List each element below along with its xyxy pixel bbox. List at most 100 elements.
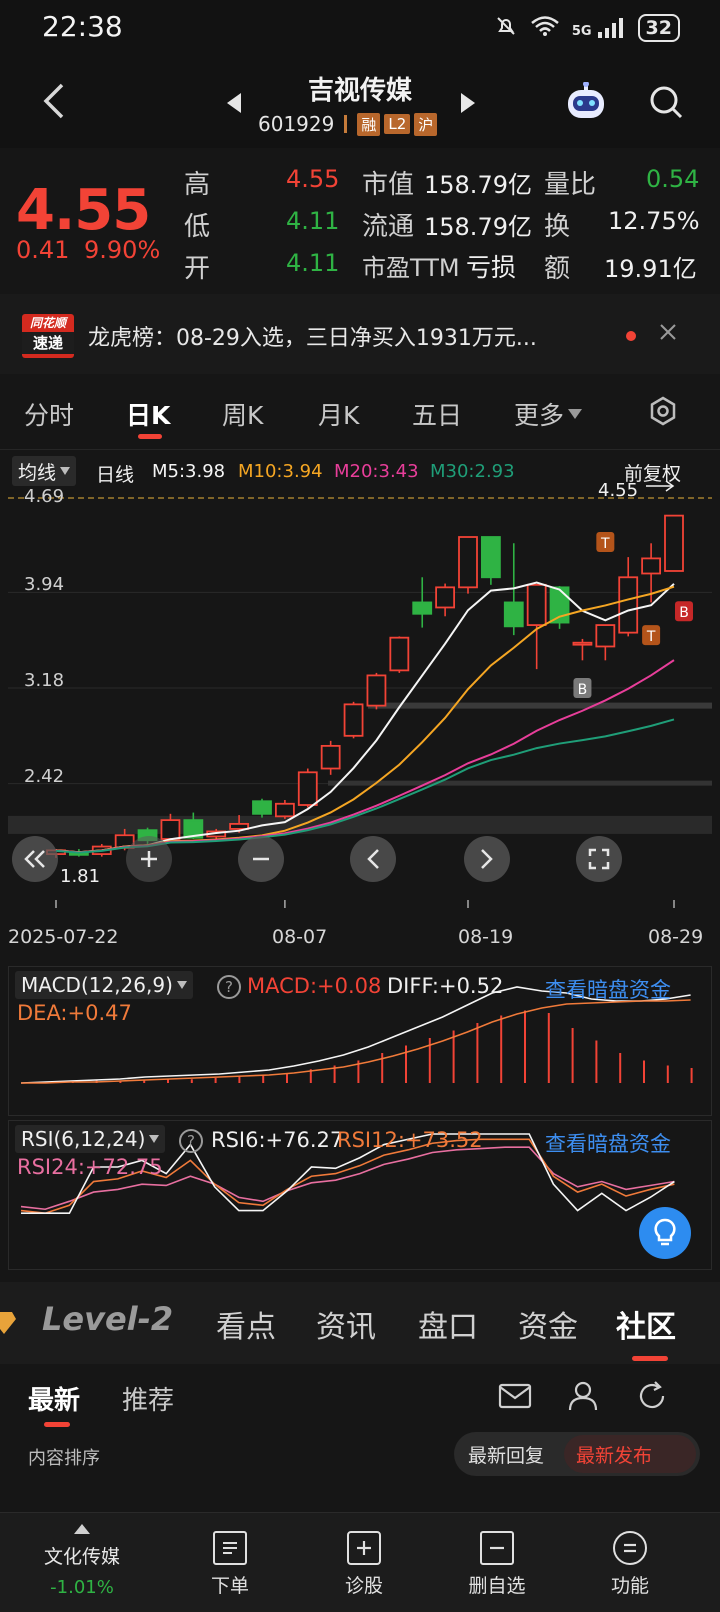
scroll-left-button[interactable] xyxy=(350,836,396,882)
candle-body xyxy=(412,601,433,615)
mute-icon xyxy=(494,14,518,43)
zoom-out-button[interactable] xyxy=(238,836,284,882)
y-tick-1: 3.94 xyxy=(24,574,65,595)
kline-chart[interactable]: T T B B 4.69 3.94 3.18 2.42 4.55 1.81 xyxy=(8,480,712,912)
sector-change: -1.01% xyxy=(50,1577,114,1598)
current-price: 4.55 xyxy=(16,178,151,243)
amount-label: 额 xyxy=(544,254,571,284)
candle-body xyxy=(366,674,387,707)
diagnose-icon xyxy=(347,1531,381,1565)
indicator-type-select[interactable]: 均线 xyxy=(12,456,77,486)
tab-highlights[interactable]: 看点 xyxy=(216,1302,276,1346)
lightbulb-icon xyxy=(654,1218,676,1246)
close-icon xyxy=(660,324,676,340)
remove-watchlist-button[interactable]: 删自选 xyxy=(462,1531,532,1598)
candle-body xyxy=(480,536,501,579)
tab-intraday[interactable]: 分时 xyxy=(24,396,74,432)
triangle-right-icon xyxy=(461,93,475,113)
candle-body xyxy=(435,586,456,609)
ai-assistant-button[interactable] xyxy=(562,78,610,126)
battery-icon: 32 xyxy=(637,14,680,42)
signal-marker[interactable]: B xyxy=(573,678,592,698)
x-tick-3: 08-29 xyxy=(648,926,704,948)
candle-body xyxy=(526,583,547,626)
tab-more[interactable]: 更多 xyxy=(514,396,583,432)
news-text[interactable]: 龙虎榜：08-29入选，三日净买入1931万元... xyxy=(88,320,608,352)
search-button[interactable] xyxy=(644,80,688,124)
zoom-in-button[interactable] xyxy=(126,836,172,882)
signal-marker[interactable]: T xyxy=(596,532,615,553)
badge-exchange: 沪 xyxy=(414,112,438,136)
tab-community[interactable]: 社区 xyxy=(616,1302,676,1346)
macd-select[interactable]: MACD(12,26,9) xyxy=(15,971,193,999)
zoom-out-all-button[interactable] xyxy=(12,836,58,882)
fullscreen-button[interactable] xyxy=(576,836,622,882)
news-logo-bottom: 速递 xyxy=(22,332,74,354)
candle-body xyxy=(343,703,364,737)
wifi-icon xyxy=(530,15,560,42)
news-ticker[interactable]: 同花顺 速递 龙虎榜：08-29入选，三日净买入1931万元... xyxy=(0,294,720,374)
prev-stock-button[interactable] xyxy=(222,88,246,118)
amount-value: 19.91亿 xyxy=(604,255,697,283)
sort-toggle: 最新回复 最新发布 xyxy=(454,1432,700,1476)
messages-button[interactable] xyxy=(498,1382,532,1414)
rsi6-value: RSI6:+76.27 xyxy=(211,1128,344,1152)
refresh-button[interactable] xyxy=(636,1380,668,1416)
search-icon xyxy=(650,86,683,119)
tips-button[interactable] xyxy=(639,1207,691,1259)
caret-down-icon xyxy=(149,1135,160,1143)
close-news-button[interactable] xyxy=(658,322,682,346)
user-icon xyxy=(568,1381,598,1411)
rsi-panel[interactable]: RSI(6,12,24) ? RSI6:+76.27 RSI12:+73.52 … xyxy=(8,1120,712,1270)
support-band xyxy=(8,815,712,834)
level2-brand[interactable]: Level-2 xyxy=(42,1300,173,1338)
candle-body xyxy=(572,641,593,646)
dark-pool-link[interactable]: 查看暗盘资金 xyxy=(545,1128,671,1158)
candle-body xyxy=(389,636,410,672)
tab-orderbook[interactable]: 盘口 xyxy=(418,1302,478,1346)
macd-title: MACD(12,26,9) xyxy=(21,973,173,997)
caret-up-icon xyxy=(74,1524,90,1534)
quote-panel: 4.55 0.41 9.90% 高 4.55 低 4.11 开 4.11 市值 … xyxy=(0,148,720,290)
macd-help-icon[interactable]: ? xyxy=(217,975,241,999)
rsi24-value: RSI24:+72.75 xyxy=(17,1155,163,1179)
scroll-right-button[interactable] xyxy=(464,836,510,882)
chevron-right-icon xyxy=(481,849,493,869)
tab-latest[interactable]: 最新 xyxy=(28,1380,80,1417)
macd-panel[interactable]: MACD(12,26,9) ? MACD:+0.08 DIFF:+0.52 DE… xyxy=(8,966,712,1116)
sort-latest-post[interactable]: 最新发布 xyxy=(564,1435,696,1473)
x-tick-2: 08-19 xyxy=(458,926,514,948)
profile-button[interactable] xyxy=(568,1380,598,1416)
functions-button[interactable]: 功能 xyxy=(600,1531,660,1598)
tab-news[interactable]: 资讯 xyxy=(316,1302,376,1346)
signal-marker[interactable]: T xyxy=(642,625,661,646)
signal-marker[interactable]: B xyxy=(675,601,693,622)
tab-weekly-k[interactable]: 周K xyxy=(222,396,263,432)
sort-latest-reply[interactable]: 最新回复 xyxy=(468,1441,544,1468)
min-price-label: 1.81 xyxy=(60,866,101,887)
next-stock-button[interactable] xyxy=(456,88,480,118)
sector-quote[interactable]: 文化传媒 -1.01% xyxy=(30,1519,134,1598)
active-subtab-indicator xyxy=(44,1422,70,1427)
unread-dot xyxy=(626,331,636,341)
caret-down-icon xyxy=(60,467,71,475)
arrow-right-icon xyxy=(644,478,676,498)
low-value: 4.11 xyxy=(286,207,340,235)
dark-pool-link[interactable]: 查看暗盘资金 xyxy=(545,974,671,1004)
tab-five-day[interactable]: 五日 xyxy=(412,396,462,432)
candle-body xyxy=(641,557,662,575)
sort-label: 内容排序 xyxy=(28,1448,100,1469)
back-button[interactable] xyxy=(34,76,74,126)
tab-daily-k[interactable]: 日K xyxy=(126,396,170,432)
rsi-help-icon[interactable]: ? xyxy=(179,1129,203,1153)
tab-recommended[interactable]: 推荐 xyxy=(122,1380,174,1417)
tab-monthly-k[interactable]: 月K xyxy=(318,396,359,432)
order-label: 下单 xyxy=(210,1575,249,1597)
diagnose-button[interactable]: 诊股 xyxy=(334,1531,394,1598)
tab-funds[interactable]: 资金 xyxy=(518,1302,578,1346)
order-button[interactable]: 下单 xyxy=(200,1531,260,1598)
rsi-select[interactable]: RSI(6,12,24) xyxy=(15,1125,166,1153)
macd-value: MACD:+0.08 xyxy=(247,974,382,998)
functions-label: 功能 xyxy=(610,1575,649,1597)
chart-settings-button[interactable] xyxy=(648,396,680,428)
